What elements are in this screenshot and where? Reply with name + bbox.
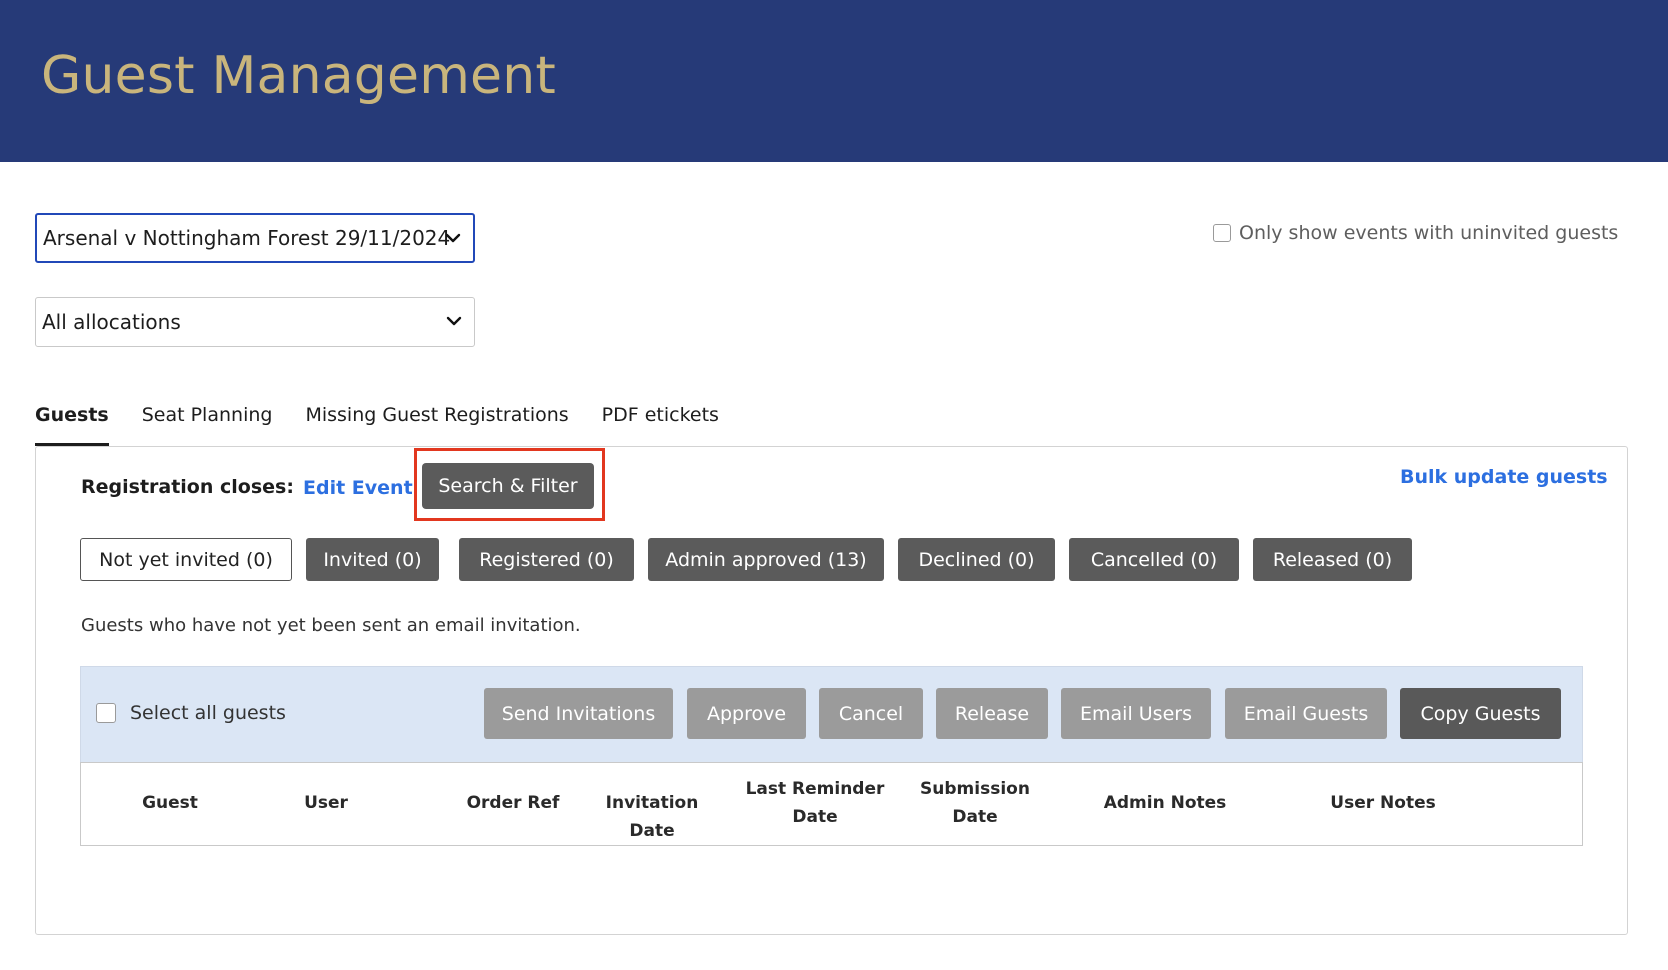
page-header: Guest Management bbox=[0, 0, 1668, 162]
only-uninvited-toggle[interactable]: Only show events with uninvited guests bbox=[1213, 222, 1618, 244]
status-filter-not-yet-invited[interactable]: Not yet invited (0) bbox=[80, 538, 292, 581]
tab-guests[interactable]: Guests bbox=[35, 400, 109, 446]
cancel-button[interactable]: Cancel bbox=[819, 688, 923, 739]
column-header-user-notes[interactable]: User Notes bbox=[1318, 789, 1448, 817]
only-uninvited-label: Only show events with uninvited guests bbox=[1239, 222, 1619, 244]
column-header-user[interactable]: User bbox=[276, 789, 376, 817]
tab-pdf-etickets[interactable]: PDF etickets bbox=[602, 400, 719, 446]
search-filter-button[interactable]: Search & Filter bbox=[422, 463, 594, 509]
chevron-down-icon bbox=[445, 233, 461, 243]
chevron-down-icon bbox=[446, 316, 462, 326]
copy-guests-button[interactable]: Copy Guests bbox=[1400, 688, 1561, 739]
only-uninvited-checkbox[interactable] bbox=[1213, 224, 1231, 242]
select-all-guests[interactable]: Select all guests bbox=[96, 702, 286, 724]
column-header-last-reminder-date[interactable]: Last Reminder Date bbox=[740, 775, 890, 831]
allocation-select-value: All allocations bbox=[42, 310, 181, 334]
registration-closes-label: Registration closes: bbox=[81, 476, 294, 498]
tab-bar: Guests Seat Planning Missing Guest Regis… bbox=[35, 400, 752, 446]
select-all-checkbox[interactable] bbox=[96, 703, 116, 723]
send-invitations-button[interactable]: Send Invitations bbox=[484, 688, 673, 739]
select-all-label: Select all guests bbox=[130, 702, 286, 724]
column-header-admin-notes[interactable]: Admin Notes bbox=[1100, 789, 1230, 817]
status-filter-admin-approved[interactable]: Admin approved (13) bbox=[648, 538, 884, 581]
event-select[interactable]: Arsenal v Nottingham Forest 29/11/2024 bbox=[35, 213, 475, 263]
status-filter-registered[interactable]: Registered (0) bbox=[459, 538, 634, 581]
bulk-update-guests-link[interactable]: Bulk update guests bbox=[1400, 466, 1608, 488]
status-filter-cancelled[interactable]: Cancelled (0) bbox=[1069, 538, 1239, 581]
approve-button[interactable]: Approve bbox=[687, 688, 806, 739]
status-description: Guests who have not yet been sent an ema… bbox=[81, 615, 581, 636]
page-title: Guest Management bbox=[41, 46, 556, 106]
status-filter-invited[interactable]: Invited (0) bbox=[306, 538, 439, 581]
status-filter-released[interactable]: Released (0) bbox=[1253, 538, 1412, 581]
tab-seat-planning[interactable]: Seat Planning bbox=[142, 400, 273, 446]
email-guests-button[interactable]: Email Guests bbox=[1225, 688, 1387, 739]
event-select-value: Arsenal v Nottingham Forest 29/11/2024 bbox=[43, 226, 451, 250]
allocation-select[interactable]: All allocations bbox=[35, 297, 475, 347]
email-users-button[interactable]: Email Users bbox=[1061, 688, 1211, 739]
tab-missing-guest-registrations[interactable]: Missing Guest Registrations bbox=[305, 400, 568, 446]
column-header-submission-date[interactable]: Submission Date bbox=[900, 775, 1050, 831]
column-header-guest[interactable]: Guest bbox=[120, 789, 220, 817]
column-header-order-ref[interactable]: Order Ref bbox=[458, 789, 568, 817]
edit-event-link[interactable]: Edit Event bbox=[303, 477, 413, 499]
column-header-invitation-date[interactable]: Invitation Date bbox=[582, 789, 722, 845]
release-button[interactable]: Release bbox=[936, 688, 1048, 739]
status-filter-declined[interactable]: Declined (0) bbox=[898, 538, 1055, 581]
